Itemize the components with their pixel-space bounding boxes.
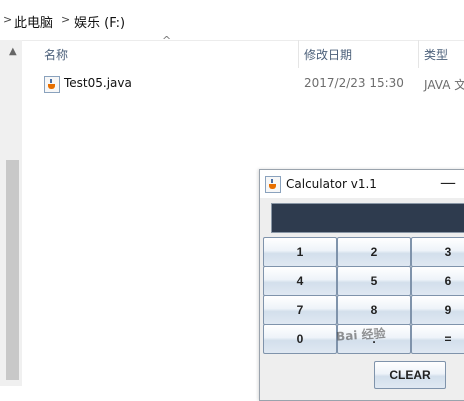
breadcrumb-this-pc[interactable]: 此电脑 — [14, 12, 53, 31]
column-divider[interactable] — [298, 40, 299, 68]
key-7[interactable]: 7 — [263, 295, 337, 325]
column-header-row: ^ 名称 修改日期 类型 — [22, 34, 464, 68]
key-equals[interactable]: = — [411, 324, 464, 354]
key-0[interactable]: 0 — [263, 324, 337, 354]
scrollbar-thumb[interactable] — [6, 160, 19, 380]
key-4[interactable]: 4 — [263, 266, 337, 296]
column-divider[interactable] — [418, 40, 419, 68]
column-header-date[interactable]: 修改日期 — [304, 46, 352, 63]
chevron-right-icon[interactable]: > — [61, 13, 70, 26]
file-row[interactable]: Test05.java 2017/2/23 15:30 JAVA 文 — [22, 74, 464, 94]
calculator-window: Calculator v1.1 — 1 2 3 4 5 6 7 8 9 0 . … — [259, 169, 464, 401]
file-modified-date: 2017/2/23 15:30 — [304, 76, 404, 90]
calculator-display — [271, 203, 464, 233]
column-header-type[interactable]: 类型 — [424, 46, 448, 63]
sort-up-icon: ^ — [162, 34, 172, 47]
key-8[interactable]: 8 — [337, 295, 411, 325]
minimize-button[interactable]: — — [440, 173, 456, 192]
clear-button[interactable]: CLEAR — [374, 361, 446, 389]
key-6[interactable]: 6 — [411, 266, 464, 296]
file-type: JAVA 文 — [424, 78, 464, 92]
column-header-name[interactable]: 名称 — [44, 46, 68, 63]
watermark: Bai 经验 — [335, 326, 387, 344]
file-name: Test05.java — [64, 76, 132, 90]
address-bar[interactable]: > 此电脑 > 娱乐 (F:) — [0, 0, 464, 41]
java-app-icon — [265, 176, 281, 193]
navigation-pane[interactable]: ▲ — [0, 40, 22, 386]
key-1[interactable]: 1 — [263, 237, 337, 267]
java-file-icon — [44, 76, 60, 93]
scroll-up-icon[interactable]: ▲ — [9, 46, 17, 57]
key-3[interactable]: 3 — [411, 237, 464, 267]
calculator-titlebar[interactable]: Calculator v1.1 — — [260, 170, 464, 198]
breadcrumb-drive[interactable]: 娱乐 (F:) — [74, 12, 125, 31]
key-5[interactable]: 5 — [337, 266, 411, 296]
key-2[interactable]: 2 — [337, 237, 411, 267]
key-9[interactable]: 9 — [411, 295, 464, 325]
window-title: Calculator v1.1 — [286, 177, 377, 191]
chevron-right-icon[interactable]: > — [3, 13, 12, 26]
